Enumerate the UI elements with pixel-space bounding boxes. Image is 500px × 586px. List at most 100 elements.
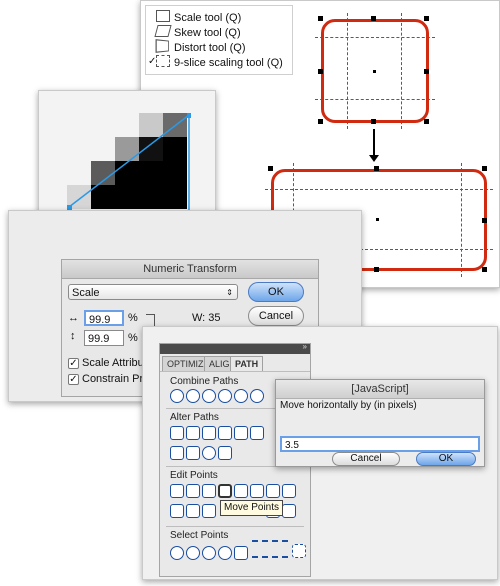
expand-stroke-icon[interactable] xyxy=(186,426,200,440)
tab-divider xyxy=(160,371,310,372)
resize-handle[interactable] xyxy=(424,16,429,21)
intersect-icon[interactable] xyxy=(186,389,200,403)
retract-handles-icon[interactable] xyxy=(202,484,216,498)
transform-mode-select[interactable]: Scale ⇕ xyxy=(68,284,238,300)
join-icon[interactable] xyxy=(234,389,248,403)
split-icon[interactable] xyxy=(250,389,264,403)
select-all-points-icon[interactable] xyxy=(218,546,232,560)
resize-handle[interactable] xyxy=(318,119,323,124)
curve-point-icon[interactable] xyxy=(186,484,200,498)
rectangle-path-icon[interactable] xyxy=(218,426,232,440)
javascript-dialog-title: [JavaScript] xyxy=(276,380,484,399)
combine-paths-label: Combine Paths xyxy=(170,376,239,387)
resize-handle[interactable] xyxy=(371,16,376,21)
panel-collapse-icon[interactable]: » xyxy=(303,342,307,351)
select-arrows-icon: ⇕ xyxy=(226,288,233,297)
corner-point-icon[interactable] xyxy=(170,484,184,498)
resize-handle[interactable] xyxy=(424,69,429,74)
resize-handle[interactable] xyxy=(374,166,379,171)
arc-icon[interactable] xyxy=(202,504,216,518)
width-percent-label: % xyxy=(128,312,138,324)
center-point xyxy=(376,218,379,221)
move-points-tooltip: Move Points xyxy=(220,500,284,516)
width-readout: W: 35 xyxy=(192,312,221,324)
javascript-ok-button[interactable]: OK xyxy=(416,452,476,466)
guide-line xyxy=(265,189,493,190)
scale-points-icon[interactable] xyxy=(234,484,248,498)
select-points-label: Select Points xyxy=(170,530,229,541)
resize-handle[interactable] xyxy=(424,119,429,124)
align-left-points-icon[interactable] xyxy=(170,504,184,518)
grid-globe-icon[interactable] xyxy=(202,446,216,460)
select-path-icon[interactable] xyxy=(170,546,184,560)
vertical-arrow-icon: ↕ xyxy=(70,330,76,342)
nine-slice-tool-icon xyxy=(156,55,170,67)
javascript-dialog: [JavaScript] Move horizontally by (in pi… xyxy=(275,379,485,467)
resize-handle[interactable] xyxy=(268,166,273,171)
menu-item-scale-tool[interactable]: Scale tool (Q) xyxy=(156,10,241,24)
punch-icon[interactable] xyxy=(202,389,216,403)
scale-tool-icon xyxy=(156,10,170,22)
chamfer-icon[interactable] xyxy=(250,426,264,440)
resize-handle[interactable] xyxy=(318,16,323,21)
cube-icon[interactable] xyxy=(170,446,184,460)
menu-item-skew-tool[interactable]: Skew tool (Q) xyxy=(154,25,241,39)
guide-line xyxy=(461,163,462,277)
scale-attributes-checkbox[interactable]: ✓ xyxy=(68,358,79,369)
crop-icon[interactable] xyxy=(218,389,232,403)
guide-line xyxy=(347,13,348,129)
align-right-points-icon[interactable] xyxy=(186,504,200,518)
alter-paths-label: Alter Paths xyxy=(170,412,219,423)
pen-nib-icon[interactable] xyxy=(186,446,200,460)
straighten-icon[interactable] xyxy=(266,484,280,498)
select-square-icon[interactable] xyxy=(234,546,248,560)
javascript-cancel-button[interactable]: Cancel xyxy=(332,452,400,466)
cancel-button[interactable]: Cancel xyxy=(248,306,304,326)
tab-path[interactable]: PATH xyxy=(230,356,264,371)
arrowhead-icon xyxy=(369,155,379,162)
menu-item-distort-tool[interactable]: Distort tool (Q) xyxy=(155,39,246,54)
distribute-vertical-icon[interactable] xyxy=(282,504,296,518)
vector-path-overlay xyxy=(67,113,191,217)
pixel-grid xyxy=(67,113,191,217)
guide-line xyxy=(401,13,402,129)
select-next-icon[interactable] xyxy=(186,546,200,560)
height-percent-label: % xyxy=(128,332,138,344)
resize-handle[interactable] xyxy=(482,166,487,171)
width-percent-field[interactable]: 99.9 xyxy=(84,310,124,326)
constrain-proportions-checkbox[interactable]: ✓ xyxy=(68,374,79,385)
down-arrow-icon xyxy=(373,129,375,155)
select-range-icon[interactable] xyxy=(252,540,288,558)
ok-button[interactable]: OK xyxy=(248,282,304,302)
select-bounds-icon[interactable] xyxy=(292,544,306,558)
pixel-zoom-card xyxy=(38,90,216,222)
resize-handle[interactable] xyxy=(482,267,487,272)
curve-handles-icon[interactable] xyxy=(282,484,296,498)
pixel-offset-input[interactable]: 3.5 xyxy=(280,436,480,452)
wave-icon[interactable] xyxy=(218,446,232,460)
tool-menu: Scale tool (Q) Skew tool (Q) Distort too… xyxy=(145,5,293,75)
menu-item-nine-slice-tool[interactable]: 9-slice scaling tool (Q) xyxy=(156,55,283,69)
simplify-icon[interactable] xyxy=(170,426,184,440)
fillet-icon[interactable] xyxy=(234,426,248,440)
resize-handle[interactable] xyxy=(374,267,379,272)
section-divider xyxy=(166,526,304,527)
guide-line xyxy=(315,99,435,100)
center-point xyxy=(373,70,376,73)
guide-line xyxy=(315,37,435,38)
resize-handle[interactable] xyxy=(371,119,376,124)
path-panel-card: » OPTIMIZE ALIGN PATH Combine Paths Alte… xyxy=(142,326,498,580)
distort-tool-icon xyxy=(155,39,169,53)
horizontal-arrow-icon: ↔ xyxy=(68,312,79,324)
height-percent-field[interactable]: 99.9 xyxy=(84,330,124,346)
dialog-title: Numeric Transform xyxy=(62,260,318,279)
select-previous-icon[interactable] xyxy=(202,546,216,560)
move-points-icon[interactable] xyxy=(218,484,232,498)
rotate-points-icon[interactable] xyxy=(250,484,264,498)
resize-handle[interactable] xyxy=(482,218,487,223)
javascript-prompt-text: Move horizontally by (in pixels) xyxy=(280,400,417,411)
resize-handle[interactable] xyxy=(318,69,323,74)
inset-path-icon[interactable] xyxy=(202,426,216,440)
source-shape[interactable] xyxy=(315,13,435,129)
union-icon[interactable] xyxy=(170,389,184,403)
